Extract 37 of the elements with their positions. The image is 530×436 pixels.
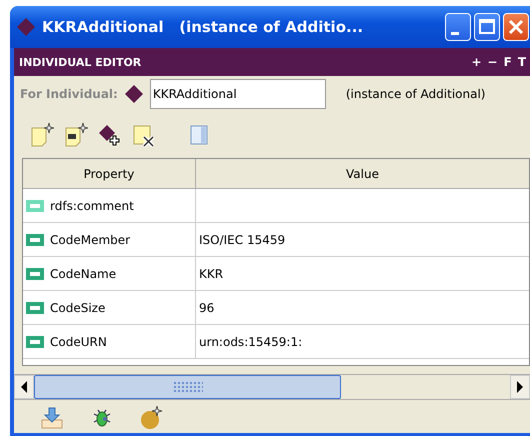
panel-title: INDIVIDUAL EDITOR xyxy=(19,56,142,68)
scroll-right-button[interactable] xyxy=(510,375,530,399)
new-document-icon[interactable] xyxy=(64,122,88,148)
minimize-button[interactable] xyxy=(445,13,471,41)
close-button[interactable] xyxy=(503,13,529,41)
individual-name-field[interactable]: KKRAdditional xyxy=(150,79,326,109)
value-cell-text: urn:ods:15459:1: xyxy=(198,334,304,350)
right-arrow-icon xyxy=(516,381,524,393)
horizontal-scrollbar[interactable] xyxy=(14,374,530,400)
new-object-icon[interactable] xyxy=(140,406,164,430)
maximize-button[interactable] xyxy=(474,13,500,41)
column-header[interactable]: Property xyxy=(23,159,196,188)
header-button[interactable]: + xyxy=(469,55,484,69)
property-cell: rdfs:comment xyxy=(23,189,196,222)
scroll-left-button[interactable] xyxy=(14,375,34,399)
left-arrow-icon xyxy=(20,381,28,393)
instance-type-text: (instance of Additional) xyxy=(346,87,486,101)
minimize-icon xyxy=(451,32,459,34)
header-button[interactable]: T xyxy=(516,55,528,69)
column-header[interactable]: Value xyxy=(196,159,529,188)
property-cell: CodeURN xyxy=(23,325,196,358)
property-cell: CodeName xyxy=(23,257,196,290)
new-note-icon[interactable] xyxy=(30,122,54,148)
header-button[interactable]: F xyxy=(502,55,514,69)
property-cell: CodeMember xyxy=(23,223,196,256)
field-label: For Individual: xyxy=(20,87,118,101)
header-button[interactable]: − xyxy=(486,55,500,69)
download-icon[interactable] xyxy=(40,406,64,430)
diamond-icon xyxy=(16,17,36,37)
property-cell: CodeSize xyxy=(23,291,196,324)
value-cell-text: ISO/IEC 15459 xyxy=(198,232,286,248)
add-instance-icon[interactable] xyxy=(98,122,122,148)
scrollbar-thumb[interactable] xyxy=(34,375,341,399)
diamond-icon xyxy=(124,84,144,104)
value-cell-text: 96 xyxy=(198,300,216,316)
value-cell-text: KKR xyxy=(198,266,224,282)
window-title: KKRAdditional (instance of Additio... xyxy=(42,18,364,36)
